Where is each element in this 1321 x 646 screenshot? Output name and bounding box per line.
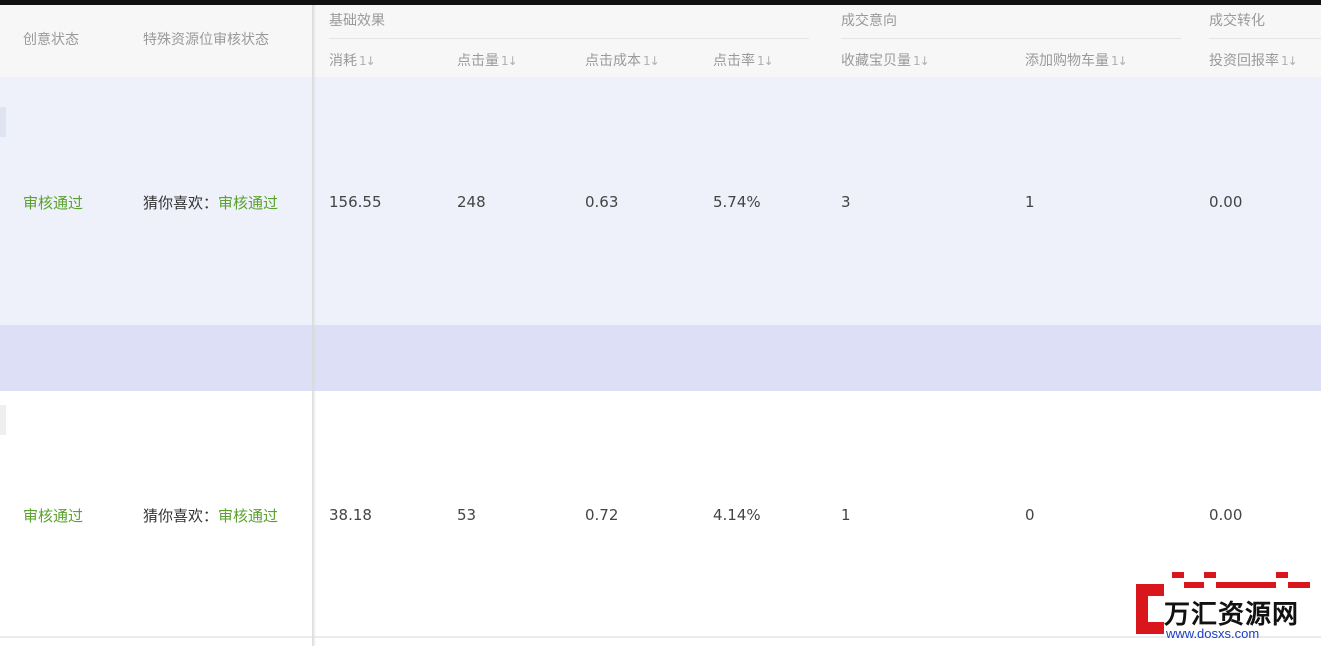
group-header-conversion: 成交转化 — [1209, 13, 1265, 29]
table-header: 创意状态 特殊资源位审核状态 基础效果 成交意向 成交转化 消耗 1↓ 点击量 1↓… — [0, 5, 1321, 77]
frozen-column-divider — [312, 5, 316, 646]
roi-cell: 0.00 — [1209, 506, 1243, 524]
cpc-cell: 0.63 — [585, 193, 619, 211]
header-cpc[interactable]: 点击成本 1↓ — [585, 50, 660, 70]
sort-icon[interactable]: 1↓ — [913, 54, 930, 68]
header-ctr[interactable]: 点击率 1↓ — [713, 50, 774, 70]
header-cpc-label: 点击成本 — [585, 53, 641, 69]
roi-cell: 0.00 — [1209, 193, 1243, 211]
header-clicks[interactable]: 点击量 1↓ — [457, 50, 518, 70]
creative-status-cell: 审核通过 — [23, 507, 84, 525]
header-ctr-label: 点击率 — [713, 53, 755, 69]
ctr-cell: 5.74% — [713, 193, 761, 211]
favorites-cell: 3 — [841, 193, 851, 211]
header-roi-label: 投资回报率 — [1209, 53, 1279, 69]
special-status-value: 审核通过 — [218, 507, 279, 525]
sort-icon[interactable]: 1↓ — [1281, 54, 1298, 68]
header-cart-adds[interactable]: 添加购物车量 1↓ — [1025, 50, 1128, 70]
cart-adds-cell: 1 — [1025, 193, 1035, 211]
header-clicks-label: 点击量 — [457, 53, 499, 69]
watermark-logo: 万汇资源网 www.dosxs.com — [1128, 570, 1318, 642]
cpc-cell: 0.72 — [585, 506, 619, 524]
special-status-prefix: 猜你喜欢： — [143, 194, 219, 212]
table-bottom-border — [0, 636, 1321, 638]
header-cart-adds-label: 添加购物车量 — [1025, 53, 1109, 69]
clicks-cell: 248 — [457, 193, 486, 211]
favorites-cell: 1 — [841, 506, 851, 524]
sort-icon[interactable]: 1↓ — [643, 54, 660, 68]
group-header-basic: 基础效果 — [329, 13, 385, 29]
cost-cell: 156.55 — [329, 193, 382, 211]
group-divider-intent — [841, 38, 1181, 39]
ctr-cell: 4.14% — [713, 506, 761, 524]
header-favorites[interactable]: 收藏宝贝量 1↓ — [841, 50, 930, 70]
header-roi[interactable]: 投资回报率 1↓ — [1209, 50, 1298, 70]
sort-icon[interactable]: 1↓ — [757, 54, 774, 68]
clicks-cell: 53 — [457, 506, 477, 524]
header-creative-status: 创意状态 — [23, 32, 79, 48]
special-status-cell: 猜你喜欢：审核通过 — [143, 192, 278, 213]
sort-icon[interactable]: 1↓ — [1111, 54, 1128, 68]
cart-adds-cell: 0 — [1025, 506, 1035, 524]
header-favorites-label: 收藏宝贝量 — [841, 53, 911, 69]
creative-status-cell: 审核通过 — [23, 194, 84, 212]
group-header-intent: 成交意向 — [841, 13, 897, 29]
group-divider-basic — [329, 38, 809, 39]
header-cost-label: 消耗 — [329, 53, 357, 69]
table-row[interactable]: 审核通过 猜你喜欢：审核通过 38.18 53 0.72 4.14% 1 0 0… — [0, 391, 1321, 636]
cost-cell: 38.18 — [329, 506, 372, 524]
special-status-prefix: 猜你喜欢： — [143, 507, 219, 525]
group-divider-conversion — [1209, 38, 1321, 39]
sort-icon[interactable]: 1↓ — [501, 54, 518, 68]
header-special-status: 特殊资源位审核状态 — [143, 32, 269, 48]
row-handle — [0, 405, 6, 435]
row-separator — [0, 325, 1321, 391]
special-status-value: 审核通过 — [218, 194, 279, 212]
sort-icon[interactable]: 1↓ — [359, 54, 376, 68]
header-cost[interactable]: 消耗 1↓ — [329, 50, 376, 70]
row-handle — [0, 107, 6, 137]
watermark-url: www.dosxs.com — [1166, 626, 1260, 641]
table-row[interactable]: 审核通过 猜你喜欢：审核通过 156.55 248 0.63 5.74% 3 1… — [0, 77, 1321, 325]
special-status-cell: 猜你喜欢：审核通过 — [143, 505, 278, 526]
